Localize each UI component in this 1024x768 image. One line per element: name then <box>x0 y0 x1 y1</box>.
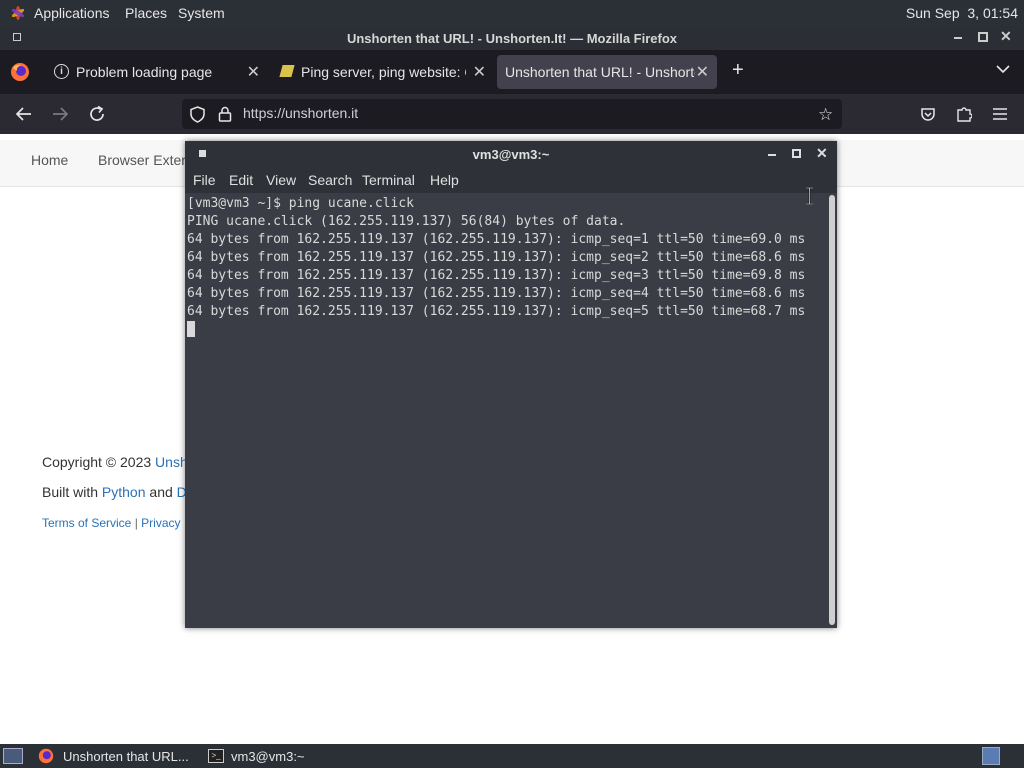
workspace-switcher-icon[interactable] <box>982 747 1000 765</box>
tab-label: Ping server, ping website: Ch <box>301 64 466 80</box>
bookmark-star-icon[interactable]: ☆ <box>818 105 833 125</box>
terminal-icon: >_ <box>208 749 224 763</box>
firefox-icon <box>38 748 54 767</box>
close-icon[interactable]: ✕ <box>1000 28 1012 45</box>
show-desktop-icon[interactable] <box>3 748 23 764</box>
terminal-output[interactable]: [vm3@vm3 ~]$ ping ucane.click PING ucane… <box>185 193 827 628</box>
taskbar-item-terminal[interactable]: >_ vm3@vm3:~ <box>202 744 322 768</box>
applications-logo-icon[interactable] <box>9 4 27 22</box>
taskbar-item-label: Unshorten that URL... <box>63 749 189 764</box>
lock-icon[interactable] <box>218 106 232 125</box>
built-and-text: and <box>145 484 177 500</box>
tab-label: Unshorten that URL! - Unshorten <box>505 64 695 80</box>
terminal-line: 64 bytes from 162.255.119.137 (162.255.1… <box>187 250 806 265</box>
back-arrow-icon[interactable] <box>15 106 33 125</box>
bottom-taskbar: Unshorten that URL... >_ vm3@vm3:~ <box>0 744 1024 768</box>
url-bar[interactable]: https://unshorten.it ☆ <box>182 99 842 129</box>
built-with-text: Built with <box>42 484 102 500</box>
shield-icon[interactable] <box>190 106 205 126</box>
terminal-cursor <box>187 321 195 337</box>
pocket-icon[interactable] <box>920 106 936 125</box>
extensions-puzzle-icon[interactable] <box>956 105 973 126</box>
window-title: Unshorten that URL! - Unshorten.It! — Mo… <box>346 31 678 46</box>
list-tabs-chevron-down-icon[interactable] <box>996 61 1010 77</box>
terminal-menu-file[interactable]: File <box>193 172 216 188</box>
firefox-titlebar[interactable]: Unshorten that URL! - Unshorten.It! — Mo… <box>0 26 1024 50</box>
terminal-scrollbar[interactable] <box>829 195 835 625</box>
top-panel: Applications Places System Sun Sep 3, 01… <box>0 0 1024 26</box>
terminal-titlebar[interactable]: vm3@vm3:~ ✕ <box>185 141 837 167</box>
tab-problem-loading[interactable]: i Problem loading page ✕ <box>46 55 268 89</box>
url-text[interactable]: https://unshorten.it <box>243 105 358 121</box>
python-link[interactable]: Python <box>102 484 146 500</box>
terminal-menu-help[interactable]: Help <box>430 172 459 188</box>
legal-separator: | <box>131 516 142 530</box>
terminal-title: vm3@vm3:~ <box>472 147 550 162</box>
terms-link[interactable]: Terms of Service <box>42 516 131 530</box>
minimize-icon[interactable] <box>954 37 962 39</box>
footer-copyright: Copyright © 2023 Unsh <box>42 454 188 470</box>
mouse-ibeam-cursor-icon <box>805 187 814 208</box>
terminal-line: 64 bytes from 162.255.119.137 (162.255.1… <box>187 304 806 319</box>
terminal-close-icon[interactable]: ✕ <box>816 145 828 162</box>
forward-arrow-icon[interactable] <box>51 106 69 125</box>
nav-link-home[interactable]: Home <box>31 152 68 168</box>
terminal-menubar: File Edit View Search Terminal Help <box>185 167 837 193</box>
copyright-text: Copyright © 2023 <box>42 454 156 470</box>
terminal-maximize-icon[interactable] <box>792 149 801 158</box>
footer-built-with: Built with Python and D <box>42 484 187 500</box>
taskbar-item-firefox[interactable]: Unshorten that URL... <box>32 744 198 768</box>
maximize-icon[interactable] <box>978 32 988 42</box>
tab-bar: i Problem loading page ✕ Ping server, pi… <box>0 50 1024 94</box>
panel-clock[interactable]: Sun Sep 3, 01:54 <box>906 5 1018 21</box>
reload-icon[interactable] <box>88 105 106 126</box>
navigation-bar: https://unshorten.it ☆ <box>0 94 1024 134</box>
terminal-menu-search[interactable]: Search <box>308 172 352 188</box>
terminal-menu-view[interactable]: View <box>266 172 296 188</box>
tab-close-icon[interactable]: ✕ <box>473 62 486 82</box>
footer-legal: Terms of Service | Privacy I <box>42 516 187 530</box>
menu-applications[interactable]: Applications <box>34 5 110 21</box>
firefox-menu-icon[interactable] <box>10 62 30 82</box>
tab-ping-server[interactable]: Ping server, ping website: Ch ✕ <box>272 55 494 89</box>
terminal-window[interactable]: vm3@vm3:~ ✕ File Edit View Search Termin… <box>185 141 837 628</box>
tab-unshorten[interactable]: Unshorten that URL! - Unshorten ✕ <box>497 55 717 89</box>
terminal-minimize-icon[interactable] <box>768 154 776 156</box>
menu-places[interactable]: Places <box>125 5 167 21</box>
nav-link-browser-extensions[interactable]: Browser Exter <box>98 152 186 168</box>
terminal-menu-terminal[interactable]: Terminal <box>362 172 415 188</box>
privacy-link[interactable]: Privacy I <box>141 516 187 530</box>
copyright-link[interactable]: Unsh <box>155 454 188 470</box>
menu-system[interactable]: System <box>178 5 225 21</box>
taskbar-item-label: vm3@vm3:~ <box>231 749 305 764</box>
new-tab-plus-icon[interactable]: + <box>732 59 744 82</box>
terminal-menu-edit[interactable]: Edit <box>229 172 253 188</box>
info-icon: i <box>54 64 69 79</box>
terminal-line: PING ucane.click (162.255.119.137) 56(84… <box>187 214 626 229</box>
tab-close-icon[interactable]: ✕ <box>247 62 260 82</box>
terminal-line: 64 bytes from 162.255.119.137 (162.255.1… <box>187 232 806 247</box>
terminal-line: [vm3@vm3 ~]$ ping ucane.click <box>187 196 414 211</box>
terminal-line: 64 bytes from 162.255.119.137 (162.255.1… <box>187 286 806 301</box>
tab-label: Problem loading page <box>76 64 213 80</box>
tab-close-icon[interactable]: ✕ <box>696 62 709 82</box>
terminal-line: 64 bytes from 162.255.119.137 (162.255.1… <box>187 268 806 283</box>
hamburger-menu-icon[interactable] <box>992 107 1008 124</box>
site-favicon-icon <box>279 65 295 77</box>
